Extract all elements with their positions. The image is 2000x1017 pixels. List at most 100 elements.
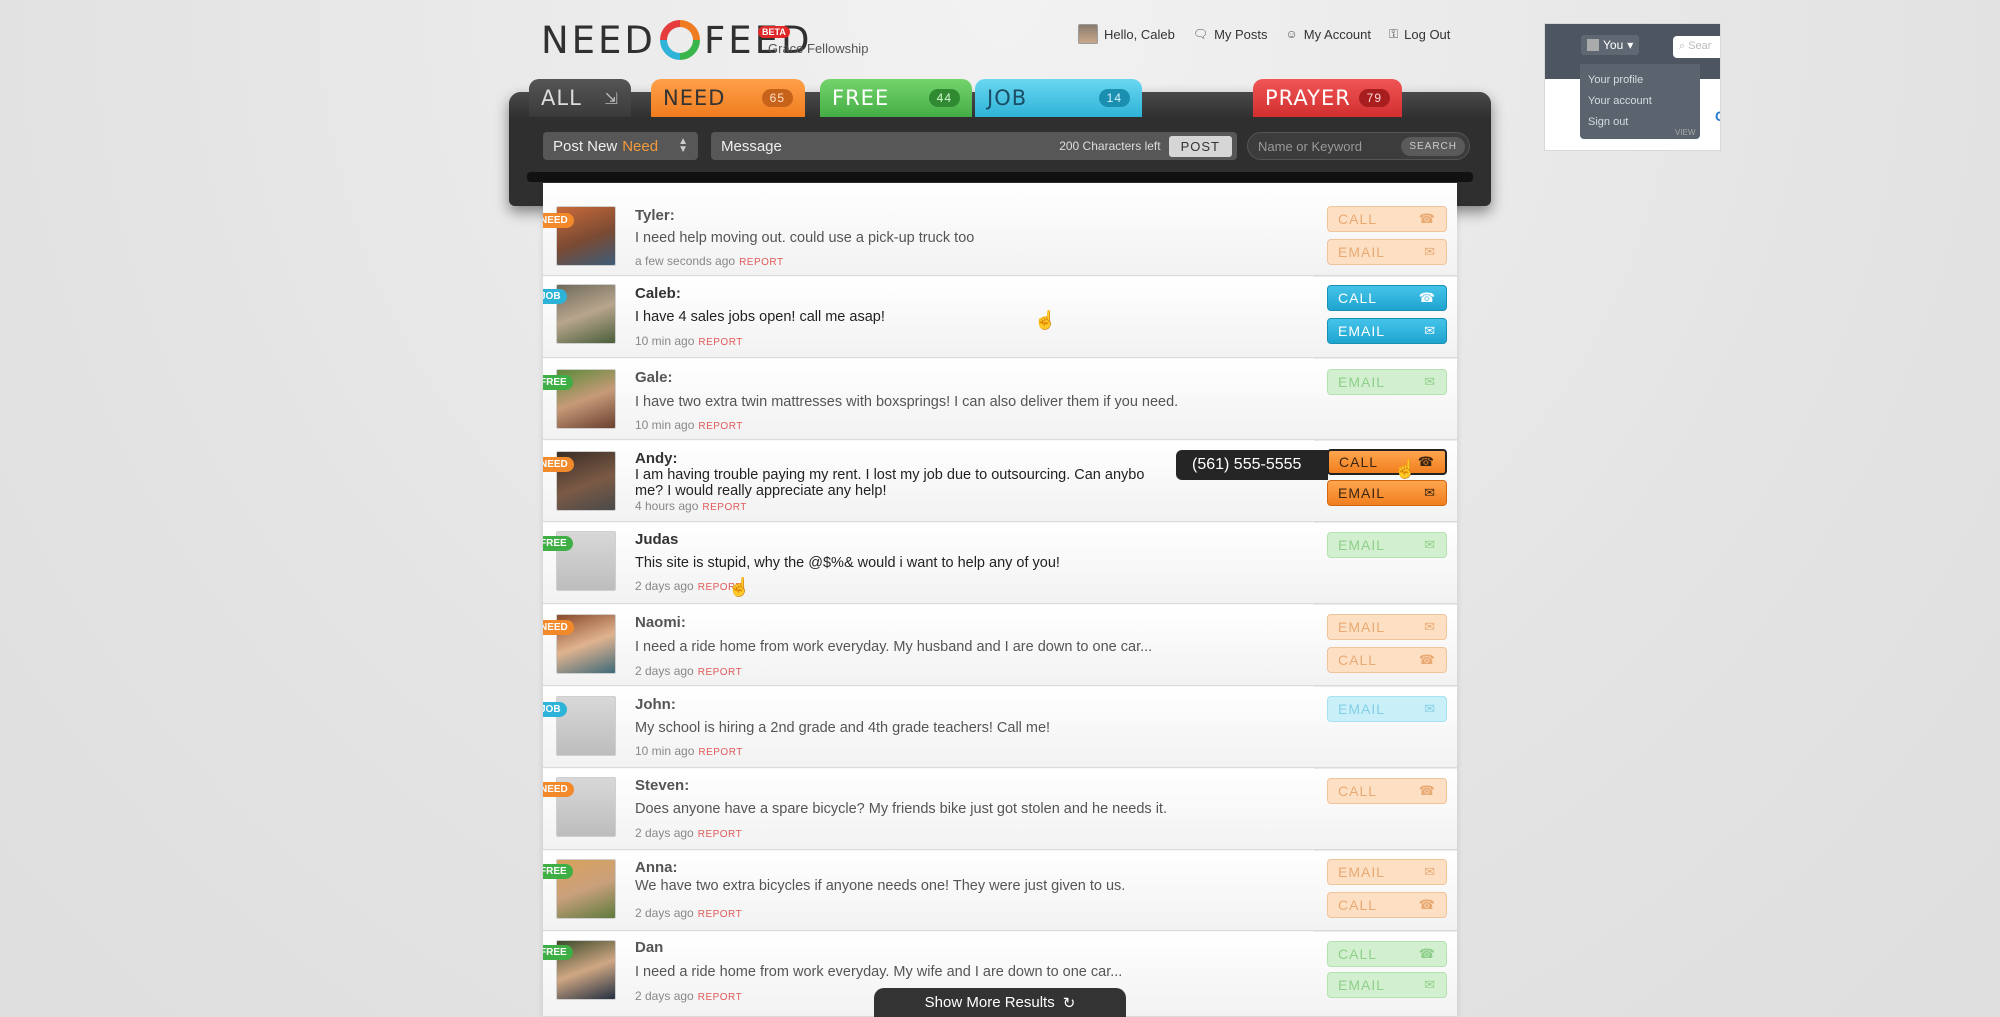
poster-name: John: [635,696,676,713]
phone-icon: ☎ [1418,897,1436,912]
post-button[interactable]: POST [1168,135,1232,157]
logo-need-word: NEED [541,18,656,62]
chars-left: 200 Characters left [1059,139,1161,153]
email-button[interactable]: EMAIL ✉ [1327,318,1447,344]
report-link[interactable]: REPORT [698,421,743,432]
tab-need[interactable]: NEED 65 [651,79,805,117]
post-type-select[interactable]: Post New Need ▲ ▼ [543,132,698,160]
report-link[interactable]: REPORT [698,337,743,348]
logo-ring-icon [659,20,700,60]
email-label: EMAIL [1338,244,1386,260]
report-link[interactable]: REPORT [698,909,743,920]
category-badge: JOB [543,702,567,717]
my-account-link[interactable]: ☺ My Account [1286,27,1371,42]
poster-name: Anna: [635,859,678,876]
email-button[interactable]: EMAIL ✉ [1327,859,1447,885]
email-label: EMAIL [1338,485,1386,501]
category-badge: FREE [543,864,573,879]
post-time: 2 days ago [635,826,694,840]
call-button[interactable]: CALL ☎ [1327,285,1447,311]
call-button[interactable]: CALL ☎ [1327,941,1447,967]
menu-your-profile[interactable]: Your profile [1588,70,1692,91]
refresh-icon: ↻ [1062,994,1076,1012]
phone-icon: ☎ [1418,652,1436,667]
email-button[interactable]: EMAIL ✉ [1327,972,1447,998]
greeting[interactable]: Hello, Caleb [1078,24,1175,44]
mini-search-placeholder: Sear [1688,40,1712,52]
email-button[interactable]: EMAIL ✉ [1327,369,1447,395]
envelope-icon: ✉ [1424,701,1436,716]
email-label: EMAIL [1338,864,1386,880]
search-input[interactable]: Name or Keyword SEARCH [1247,132,1470,160]
mini-avatar [1587,39,1599,51]
email-label: EMAIL [1338,323,1386,339]
category-badge: NEED [543,782,574,797]
poster-name: Gale: [635,369,673,386]
category-badge: NEED [543,620,574,635]
post-time: 2 days ago [635,989,694,1003]
tab-prayer-count: 79 [1358,89,1390,107]
show-more-button[interactable]: Show More Results ↻ [874,988,1126,1017]
tab-job-label: JOB [987,86,1028,110]
log-out-link[interactable]: ⚿ Log Out [1389,27,1450,42]
post-message-line2: me? I would really appreciate any help! [635,483,887,499]
email-button[interactable]: EMAIL ✉ [1327,614,1447,640]
envelope-icon: ✉ [1424,323,1436,338]
report-link[interactable]: REPORT [698,829,743,840]
phone-number-popup[interactable]: (561) 555-5555 [1176,450,1328,480]
comment-icon: 🗨 [1192,27,1209,41]
show-more-label: Show More Results [924,994,1055,1011]
call-button[interactable]: CALL ☎ [1327,778,1447,804]
category-badge: FREE [543,536,573,551]
pointer-cursor-icon: ☝ [1034,310,1057,330]
poster-name: Dan [635,939,664,956]
mini-search-input[interactable]: ⌕ Sear [1673,36,1720,58]
email-label: EMAIL [1338,701,1386,717]
call-button[interactable]: CALL ☎ [1327,892,1447,918]
report-link[interactable]: REPORT [702,502,747,513]
email-label: EMAIL [1338,537,1386,553]
tab-free-label: FREE [832,86,890,110]
post-time: 10 min ago [635,744,695,758]
tab-all[interactable]: ALL ⇲ [529,79,631,117]
feed-list: NEED Tyler: I need help moving out. coul… [543,183,1457,1017]
email-button[interactable]: EMAIL ✉ [1327,480,1447,506]
report-link[interactable]: REPORT [698,747,743,758]
poster-name: Andy: [635,450,678,467]
email-label: EMAIL [1338,619,1386,635]
you-label: You [1603,38,1624,52]
post-time-line: 2 days ago REPORT [635,826,742,840]
search-button[interactable]: SEARCH [1401,136,1465,156]
email-button[interactable]: EMAIL ✉ [1327,239,1447,265]
post-message: Does anyone have a spare bicycle? My fri… [635,801,1167,817]
category-badge: FREE [543,945,573,960]
menu-your-account[interactable]: Your account [1588,91,1692,112]
poster-name: Caleb: [635,285,681,302]
tab-prayer[interactable]: PRAYER 79 [1253,79,1402,117]
beta-badge: BETA [758,26,790,38]
call-button[interactable]: CALL ☎ [1327,647,1447,673]
envelope-icon: ✉ [1424,485,1436,500]
phone-icon: ☎ [1418,946,1436,961]
post-type-value: Need [622,137,659,155]
poster-name: Judas [635,531,679,548]
report-link[interactable]: REPORT [698,667,743,678]
post-time-line: 10 min ago REPORT [635,744,743,758]
message-field[interactable]: Message 200 Characters left POST [711,132,1237,160]
email-button[interactable]: EMAIL ✉ [1327,532,1447,558]
you-dropdown[interactable]: You ▾ [1581,35,1640,55]
post-time: 2 days ago [635,579,694,593]
call-button[interactable]: CALL ☎ [1327,206,1447,232]
report-link[interactable]: REPORT [739,257,784,268]
tab-job[interactable]: JOB 14 [975,79,1142,117]
call-button[interactable]: CALL ☎ [1327,449,1447,475]
post-message: I have two extra twin mattresses with bo… [635,394,1179,410]
my-posts-link[interactable]: 🗨 My Posts [1193,27,1268,42]
tab-free[interactable]: FREE 44 [820,79,972,117]
call-label: CALL [1338,783,1378,799]
feed-row-naomi: NEED Naomi: I need a ride home from work… [543,605,1457,686]
report-link[interactable]: REPORT [698,992,743,1003]
email-button[interactable]: EMAIL ✉ [1327,696,1447,722]
category-badge: NEED [543,457,574,472]
feed-row-tyler: NEED Tyler: I need help moving out. coul… [543,183,1457,276]
